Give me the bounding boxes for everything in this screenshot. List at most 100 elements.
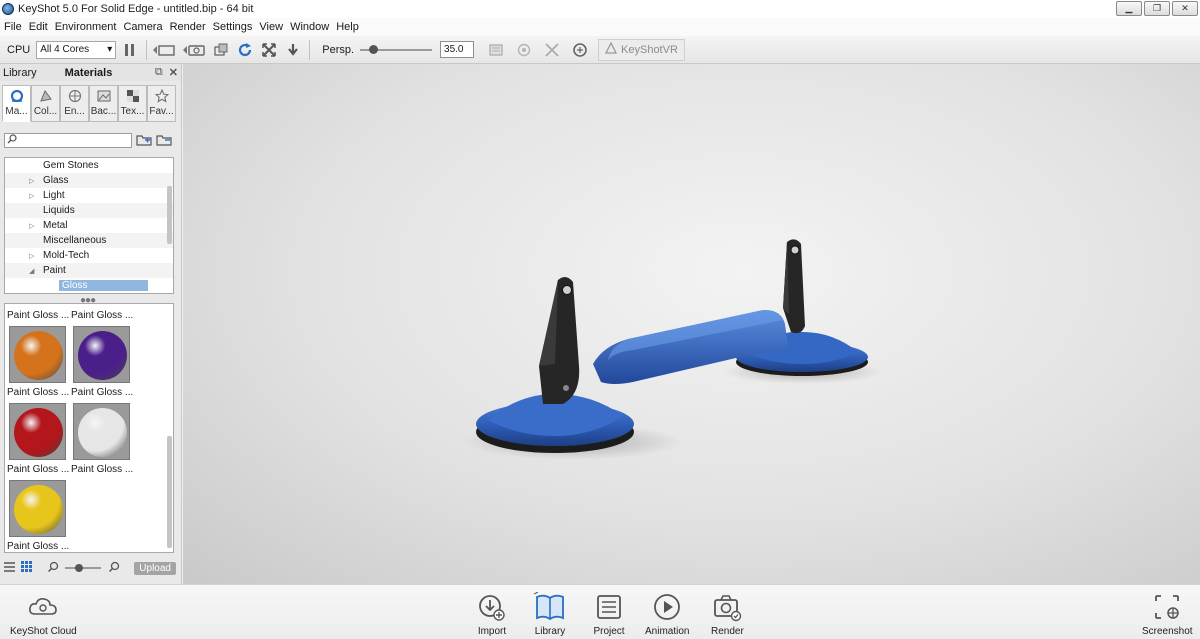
tab-materials[interactable]: Ma... [2, 85, 31, 122]
suction-cup-lifter-model [463, 239, 883, 460]
perspective-label: Persp. [322, 43, 355, 56]
tree-item-glass[interactable]: ▷ Glass [5, 173, 173, 188]
tab-favorites[interactable]: Fav... [147, 85, 176, 122]
float-panel-icon[interactable]: ⧉ [155, 66, 163, 79]
tree-item-liquids[interactable]: Liquids [5, 203, 173, 218]
menu-file[interactable]: File [3, 21, 28, 33]
toolbar-separator [146, 39, 148, 60]
cpu-cores-value: All 4 Cores [40, 44, 90, 55]
tree-item-miscellaneous[interactable]: Miscellaneous [5, 233, 173, 248]
keyshotvr-label: KeyShotVR [621, 43, 678, 56]
expand-arrow-icon[interactable]: ▷ [29, 252, 41, 260]
tree-item-metal[interactable]: ▷ Metal [5, 218, 173, 233]
expand-arrow-icon[interactable]: ▷ [29, 177, 41, 185]
menu-environment[interactable]: Environment [54, 21, 123, 33]
thumbnail-view-controls: Upload [4, 561, 176, 575]
grid-view-icon[interactable] [21, 561, 32, 575]
tree-item-paint[interactable]: ◢ Paint [5, 263, 173, 278]
tab-colors[interactable]: Col... [31, 85, 60, 122]
material-folder-tree: Gem Stones ▷ Glass ▷ Light Liquids ▷ Metal … [4, 157, 174, 294]
menu-edit[interactable]: Edit [28, 21, 54, 33]
menu-help[interactable]: Help [335, 21, 365, 33]
screenshot-button[interactable]: Screenshot [1142, 591, 1193, 637]
perspective-slider-knob[interactable] [368, 44, 378, 54]
tree-item-mold-tech[interactable]: ▷ Mold-Tech [5, 248, 173, 263]
tab-backplates[interactable]: Bac... [89, 85, 118, 122]
material-thumbnail[interactable] [9, 480, 66, 537]
keyshot-app-icon [2, 3, 14, 15]
library-panel-header: Library Materials ⧉ ✕ [0, 64, 181, 81]
minimize-button[interactable]: ▁ [1116, 1, 1142, 16]
library-search-input[interactable] [4, 133, 132, 148]
add-folder-icon[interactable] [136, 133, 152, 149]
drop-to-ground-icon[interactable] [283, 40, 303, 60]
thumbnail-size-slider[interactable] [65, 564, 101, 572]
library-button[interactable]: Library [534, 591, 566, 637]
expand-view-icon[interactable] [542, 40, 562, 60]
close-panel-icon[interactable]: ✕ [169, 66, 178, 79]
upload-button[interactable]: Upload [134, 561, 176, 575]
perspective-slider[interactable] [360, 44, 433, 54]
remove-folder-icon[interactable] [156, 133, 172, 149]
tab-label: Fav... [149, 106, 174, 117]
backplates-icon [96, 88, 112, 104]
tree-item-label: Gloss [59, 280, 148, 291]
cpu-cores-select[interactable]: All 4 Cores ▾ [36, 40, 117, 59]
fit-view-icon[interactable] [259, 40, 279, 60]
keyshot-cloud-button[interactable]: KeyShot Cloud [10, 591, 77, 637]
material-thumbnail[interactable] [73, 403, 130, 460]
material-thumbnail[interactable] [9, 403, 66, 460]
turntable-icon[interactable] [570, 40, 590, 60]
import-button[interactable]: Import [476, 591, 508, 637]
chevron-down-icon: ▾ [107, 44, 113, 55]
film-toggle-icon[interactable] [151, 40, 177, 60]
geometry-view-icon[interactable] [486, 40, 506, 60]
material-thumbnail[interactable] [9, 326, 66, 383]
material-thumbnail[interactable] [73, 326, 130, 383]
menu-bar: File Edit Environment Camera Render Sett… [0, 18, 1200, 36]
menu-view[interactable]: View [258, 21, 289, 33]
lock-camera-icon[interactable] [211, 40, 231, 60]
thumbnails-scrollbar[interactable] [167, 436, 172, 548]
favorites-icon [154, 88, 170, 104]
material-sphere [14, 485, 63, 534]
thumbnail-label: Paint Gloss ... [71, 310, 134, 321]
restore-button[interactable]: ❐ [1144, 1, 1170, 16]
project-button[interactable]: Project [593, 591, 625, 637]
tree-scrollbar[interactable] [167, 186, 172, 244]
materials-title: Materials [64, 66, 113, 79]
expand-arrow-icon[interactable]: ▷ [29, 192, 41, 200]
tree-item-gloss[interactable]: Gloss [5, 278, 173, 293]
animation-button[interactable]: Animation [645, 591, 689, 637]
keyshotvr-button[interactable]: KeyShotVR [598, 38, 685, 61]
tree-item-label: Gem Stones [43, 160, 99, 171]
material-template-icon[interactable] [514, 40, 534, 60]
menu-camera[interactable]: Camera [122, 21, 168, 33]
render-button[interactable]: Render [711, 591, 744, 637]
reset-refresh-icon[interactable] [235, 40, 255, 60]
menu-settings[interactable]: Settings [212, 21, 259, 33]
render-viewport[interactable] [183, 64, 1200, 584]
close-button[interactable]: ✕ [1172, 1, 1198, 16]
expand-arrow-icon[interactable]: ▷ [29, 222, 41, 230]
tab-textures[interactable]: Tex... [118, 85, 147, 122]
pause-icon[interactable] [120, 40, 140, 60]
tree-item-label: Mold-Tech [43, 250, 90, 261]
thumbnail-size-knob[interactable] [75, 564, 83, 572]
menu-render[interactable]: Render [169, 21, 212, 33]
list-view-icon[interactable] [4, 561, 15, 575]
tree-item-label: Paint [43, 265, 66, 276]
tree-item-light[interactable]: ▷ Light [5, 188, 173, 203]
screenshot-icon [1151, 591, 1183, 623]
field-of-view-input[interactable]: 35.0 [440, 41, 475, 58]
menu-window[interactable]: Window [289, 21, 335, 33]
tree-item-label: Light [43, 190, 65, 201]
zoom-out-icon[interactable] [47, 561, 59, 575]
tab-environments[interactable]: En... [60, 85, 89, 122]
main-toolbar: CPU All 4 Cores ▾ Persp. 35.0 KeyShotVR [0, 36, 1200, 64]
camera-screenshot-icon[interactable] [181, 40, 207, 60]
tree-item-gem-stones[interactable]: Gem Stones [5, 158, 173, 173]
library-book-icon [534, 591, 566, 623]
zoom-in-icon[interactable] [108, 561, 120, 575]
collapse-arrow-icon[interactable]: ◢ [29, 267, 41, 275]
